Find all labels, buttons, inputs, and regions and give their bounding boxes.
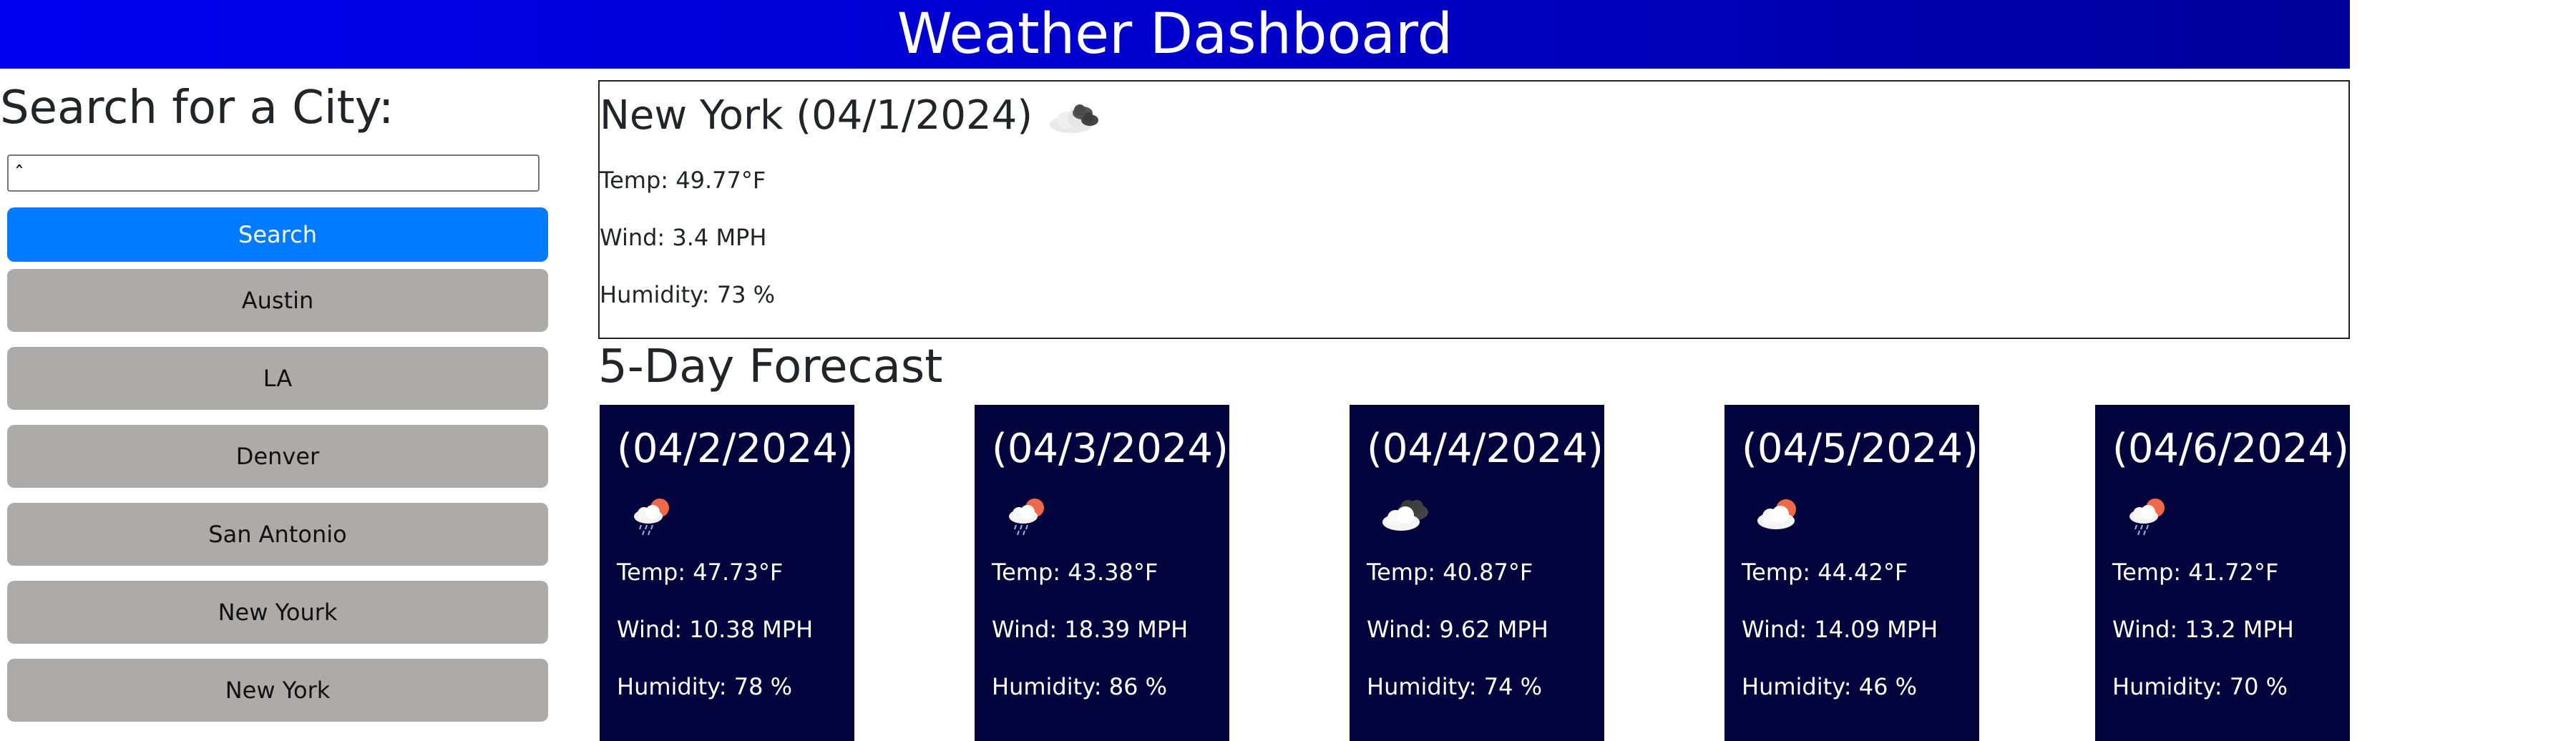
history-button-san-antonio[interactable]: San Antonio [7,503,548,566]
forecast-temp: Temp: 41.72°F [2112,559,2279,586]
forecast-wind: Wind: 13.2 MPH [2112,616,2294,643]
forecast-date: (04/3/2024) [992,426,1229,472]
forecast-humidity: Humidity: 46 % [1742,673,1918,700]
forecast-heading: 5-Day Forecast [598,340,943,393]
rain-sun-icon [627,491,684,541]
history-button-denver[interactable]: Denver [7,425,548,488]
forecast-temp: Temp: 44.42°F [1742,559,1908,586]
rain-sun-icon [1002,491,1059,541]
forecast-card: (04/6/2024) Temp: 41.72°F Wind: 13.2 MPH… [2095,405,2350,741]
search-heading: Search for a City: [0,82,394,134]
forecast-wind: Wind: 18.39 MPH [992,616,1189,643]
forecast-wind: Wind: 10.38 MPH [617,616,814,643]
current-wind: Wind: 3.4 MPH [600,224,767,251]
forecast-humidity: Humidity: 74 % [1367,673,1543,700]
current-city-title: New York (04/1/2024) [600,92,1033,139]
forecast-card: (04/5/2024) Temp: 44.42°F Wind: 14.09 MP… [1724,405,1979,741]
forecast-date: (04/5/2024) [1742,426,1979,472]
app-header: Weather Dashboard [0,0,2350,69]
forecast-date: (04/2/2024) [617,426,854,472]
search-sidebar: Search for a City: Search Austin LA Denv… [0,79,551,722]
forecast-humidity: Humidity: 70 % [2112,673,2288,700]
forecast-humidity: Humidity: 86 % [992,673,1168,700]
weather-dashboard-page: Weather Dashboard Search for a City: Sea… [0,0,2576,741]
forecast-humidity: Humidity: 78 % [617,673,793,700]
current-weather-panel: New York (04/1/2024) Temp: 49.77°F Wind:… [598,80,2350,339]
current-title-row: New York (04/1/2024) [600,93,1104,139]
rain-sun-icon [2122,491,2180,541]
forecast-date: (04/4/2024) [1367,426,1604,472]
forecast-card: (04/2/2024) Temp: 47.73°F Wind: 10.38 MP… [600,405,854,741]
current-humidity: Humidity: 73 % [600,281,776,308]
city-search-input[interactable] [7,154,540,192]
forecast-temp: Temp: 47.73°F [617,559,784,586]
forecast-temp: Temp: 40.87°F [1367,559,1533,586]
page-title: Weather Dashboard [897,2,1453,67]
partly-cloudy-icon [1752,491,1809,541]
forecast-wind: Wind: 14.09 MPH [1742,616,1938,643]
overcast-clouds-icon [1377,491,1434,541]
broken-clouds-icon [1047,93,1104,139]
search-button[interactable]: Search [7,207,548,262]
history-button-new-york[interactable]: New York [7,659,548,722]
forecast-wind: Wind: 9.62 MPH [1367,616,1548,643]
forecast-card: (04/4/2024) Temp: 40.87°F Wind: 9.62 MPH… [1350,405,1604,741]
forecast-card: (04/3/2024) Temp: 43.38°F Wind: 18.39 MP… [975,405,1229,741]
history-button-austin[interactable]: Austin [7,269,548,332]
current-temp: Temp: 49.77°F [600,167,766,194]
forecast-date: (04/6/2024) [2112,426,2349,472]
forecast-temp: Temp: 43.38°F [992,559,1158,586]
history-button-new-yourk[interactable]: New Yourk [7,581,548,644]
history-button-la[interactable]: LA [7,347,548,410]
